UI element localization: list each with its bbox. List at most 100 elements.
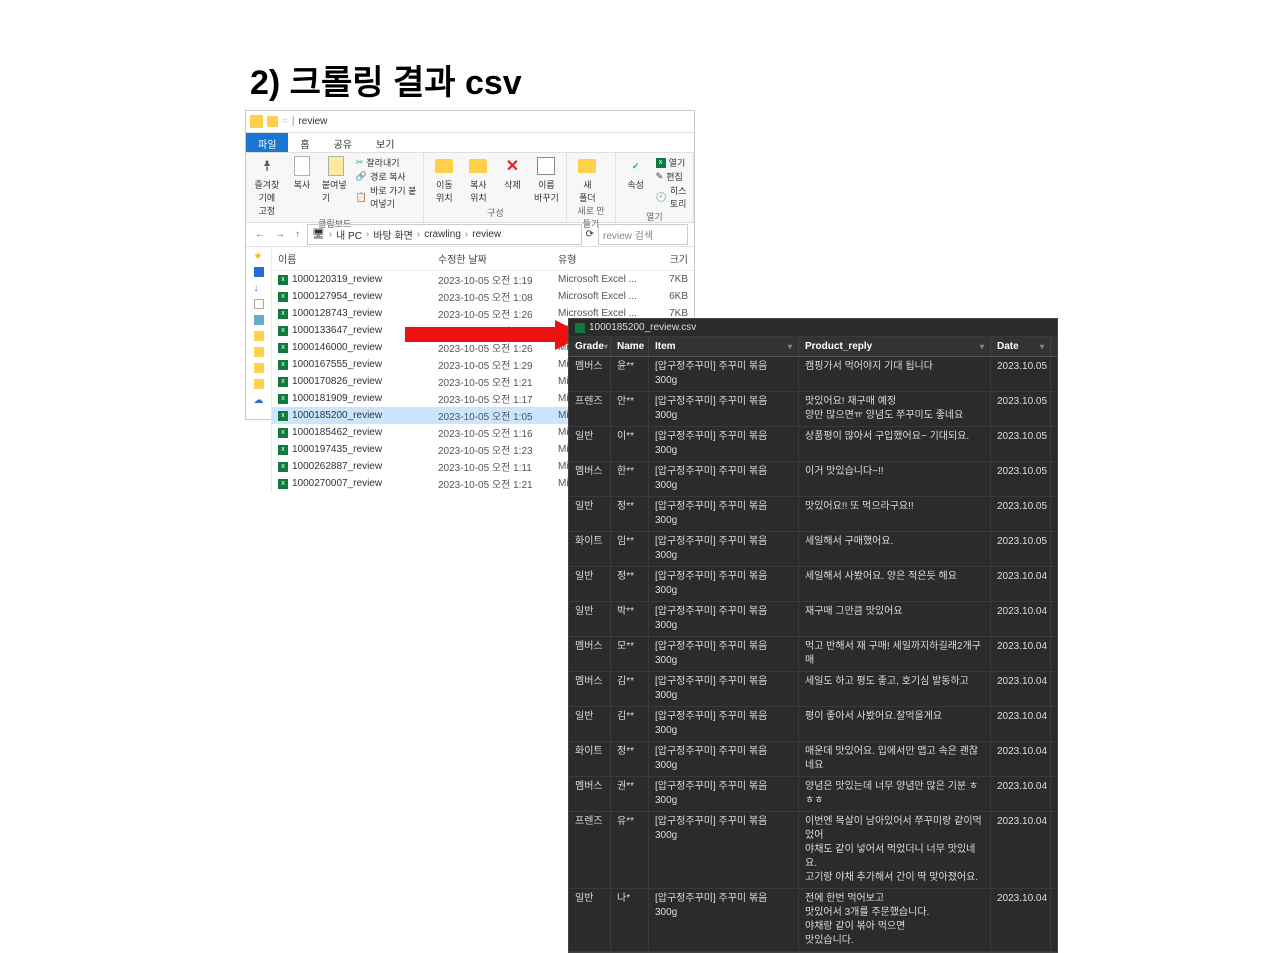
label: 열기 xyxy=(669,156,686,169)
documents-icon[interactable] xyxy=(254,299,264,309)
col-date[interactable]: Date▾ xyxy=(991,337,1051,356)
tab-file[interactable]: 파일 xyxy=(246,133,288,152)
table-row[interactable]: 화이트임**[압구정주꾸미] 주꾸미 볶음 300g세일해서 구매했어요.202… xyxy=(569,532,1057,567)
breadcrumb-segment[interactable]: 바탕 화면 xyxy=(373,227,413,242)
file-date: 2023-10-05 오전 1:29 xyxy=(438,357,558,372)
table-row[interactable]: 화이트정**[압구정주꾸미] 주꾸미 볶음 300g매운데 맛있어요. 입에서만… xyxy=(569,742,1057,777)
cell-date: 2023.10.04 xyxy=(991,812,1051,888)
rename-button[interactable]: 이름 바꾸기 xyxy=(532,156,560,204)
cut-button[interactable]: ✂잘라내기 xyxy=(356,156,418,169)
table-row[interactable]: 멤버스모**[압구정주꾸미] 주꾸미 볶음 300g먹고 반해서 재 구매! 세… xyxy=(569,637,1057,672)
folder-icon[interactable] xyxy=(254,347,264,357)
table-row[interactable]: 프렌즈유**[압구정주꾸미] 주꾸미 볶음 300g이번엔 목살이 남아있어서 … xyxy=(569,812,1057,889)
file-name: 1000170826_review xyxy=(292,376,382,387)
table-row[interactable]: 일반이**[압구정주꾸미] 주꾸미 볶음 300g상품평이 많아서 구입했어요~… xyxy=(569,427,1057,462)
star-icon[interactable]: ★ xyxy=(254,251,264,261)
rename-icon xyxy=(536,156,556,176)
breadcrumb-segment[interactable]: crawling xyxy=(424,229,461,240)
download-icon[interactable]: ↓ xyxy=(254,283,264,293)
cell-item: [압구정주꾸미] 주꾸미 볶음 300g xyxy=(649,637,799,671)
tab-view[interactable]: 보기 xyxy=(364,133,406,152)
table-row[interactable]: 프렌즈안**[압구정주꾸미] 주꾸미 볶음 300g맛있어요! 재구매 예정 양… xyxy=(569,392,1057,427)
table-row[interactable]: 일반나*[압구정주꾸미] 주꾸미 볶음 300g전에 한번 먹어보고 맛있어서 … xyxy=(569,889,1057,952)
check-icon: ✓ xyxy=(626,156,646,176)
delete-button[interactable]: ✕ 삭제 xyxy=(498,156,526,204)
filter-icon[interactable]: ▾ xyxy=(788,342,792,351)
col-type[interactable]: 유형 xyxy=(558,251,648,266)
col-grade[interactable]: Grade▾ xyxy=(569,337,611,356)
file-size: 7KB xyxy=(648,274,688,285)
edit-button[interactable]: ✎편집 xyxy=(656,170,687,183)
cell-name: 윤** xyxy=(611,357,649,391)
table-row[interactable]: 멤버스김**[압구정주꾸미] 주꾸미 볶음 300g세일도 하고 평도 좋고, … xyxy=(569,672,1057,707)
folder-icon xyxy=(250,115,263,128)
up-button[interactable]: ↑ xyxy=(292,229,303,240)
cell-name: 정** xyxy=(611,497,649,531)
breadcrumb-segment[interactable]: 내 PC xyxy=(336,227,362,242)
table-row[interactable]: 일반정**[압구정주꾸미] 주꾸미 볶음 300g세일해서 사봤어요. 양은 적… xyxy=(569,567,1057,602)
col-date[interactable]: 수정한 날짜 xyxy=(438,251,558,266)
refresh-button[interactable]: ⟳ xyxy=(586,229,594,240)
paste-button[interactable]: 붙여넣기 xyxy=(322,156,350,217)
col-name[interactable]: Name xyxy=(611,337,649,356)
cell-name: 이** xyxy=(611,427,649,461)
pictures-icon[interactable] xyxy=(254,315,264,325)
cell-date: 2023.10.05 xyxy=(991,462,1051,496)
history-button[interactable]: 🕘히스토리 xyxy=(656,184,687,210)
table-row[interactable]: 멤버스권**[압구정주꾸미] 주꾸미 볶음 300g양념은 맛있는데 너무 양념… xyxy=(569,777,1057,812)
pin-to-quick-access-button[interactable]: 즐겨찾기에 고정 xyxy=(252,156,282,217)
tab-share[interactable]: 공유 xyxy=(322,133,364,152)
copy-to-button[interactable]: 복사 위치 xyxy=(464,156,492,204)
new-folder-button[interactable]: 새 폴더 xyxy=(573,156,601,204)
folder-icon[interactable] xyxy=(254,363,264,373)
back-button[interactable]: ← xyxy=(252,229,268,240)
open-button[interactable]: x열기 xyxy=(656,156,687,169)
label: 경로 복사 xyxy=(370,170,406,183)
folder-icon[interactable] xyxy=(254,379,264,389)
onedrive-icon[interactable]: ☁ xyxy=(254,395,264,405)
copy-button[interactable]: 복사 xyxy=(288,156,316,217)
table-row[interactable]: 멤버스한**[압구정주꾸미] 주꾸미 볶음 300g이거 맛있습니다~!!202… xyxy=(569,462,1057,497)
copy-path-button[interactable]: 🔗경로 복사 xyxy=(356,170,418,183)
filter-icon[interactable]: ▾ xyxy=(980,342,984,351)
col-reply[interactable]: Product_reply▾ xyxy=(799,337,991,356)
cell-grade: 멤버스 xyxy=(569,672,611,706)
forward-button[interactable]: → xyxy=(272,229,288,240)
filter-icon[interactable]: ▾ xyxy=(1040,342,1044,351)
col-size[interactable]: 크기 xyxy=(648,251,688,266)
breadcrumb-segment[interactable]: review xyxy=(472,229,501,240)
label: 즐겨찾기에 고정 xyxy=(252,178,282,217)
col-item[interactable]: Item▾ xyxy=(649,337,799,356)
tab-home[interactable]: 홈 xyxy=(288,133,321,152)
table-row[interactable]: 일반정**[압구정주꾸미] 주꾸미 볶음 300g맛있어요!! 또 먹으라구요!… xyxy=(569,497,1057,532)
col-name[interactable]: 이름 xyxy=(278,251,438,266)
file-name: 1000128743_review xyxy=(292,308,382,319)
breadcrumb[interactable]: 🖥 › 내 PC › 바탕 화면 › crawling › review xyxy=(307,224,582,245)
file-row[interactable]: x1000127954_review2023-10-05 오전 1:08Micr… xyxy=(272,288,694,305)
table-row[interactable]: 일반박**[압구정주꾸미] 주꾸미 볶음 300g재구매 그만큼 맛있어요202… xyxy=(569,602,1057,637)
table-row[interactable]: 일반김**[압구정주꾸미] 주꾸미 볶음 300g평이 좋아서 사봤어요.잘먹을… xyxy=(569,707,1057,742)
desktop-icon[interactable] xyxy=(254,267,264,277)
filter-icon[interactable]: ▾ xyxy=(604,342,608,351)
paste-shortcut-button[interactable]: 📋바로 가기 붙여넣기 xyxy=(356,184,418,210)
cell-item: [압구정주꾸미] 주꾸미 볶음 300g xyxy=(649,427,799,461)
cell-date: 2023.10.05 xyxy=(991,532,1051,566)
file-row[interactable]: x1000120319_review2023-10-05 오전 1:19Micr… xyxy=(272,271,694,288)
excel-icon: x xyxy=(278,326,288,336)
cell-grade: 화이트 xyxy=(569,742,611,776)
history-icon: 🕘 xyxy=(656,192,667,203)
excel-icon: x xyxy=(278,309,288,319)
properties-button[interactable]: ✓ 속성 xyxy=(622,156,650,210)
label: 삭제 xyxy=(504,178,521,191)
search-input[interactable]: review 검색 xyxy=(598,224,688,245)
ribbon-tabs: 파일 홈 공유 보기 xyxy=(246,133,694,153)
excel-icon: x xyxy=(278,394,288,404)
move-to-button[interactable]: 이동 위치 xyxy=(430,156,458,204)
address-bar: ← → ↑ 🖥 › 내 PC › 바탕 화면 › crawling › revi… xyxy=(246,223,694,247)
cell-grade: 일반 xyxy=(569,567,611,601)
cell-reply: 재구매 그만큼 맛있어요 xyxy=(799,602,991,636)
table-row[interactable]: 멤버스윤**[압구정주꾸미] 주꾸미 볶음 300g캠핑가서 먹어야지 기대 됩… xyxy=(569,357,1057,392)
cell-grade: 일반 xyxy=(569,427,611,461)
folder-icon[interactable] xyxy=(254,331,264,341)
cell-item: [압구정주꾸미] 주꾸미 볶음 300g xyxy=(649,497,799,531)
